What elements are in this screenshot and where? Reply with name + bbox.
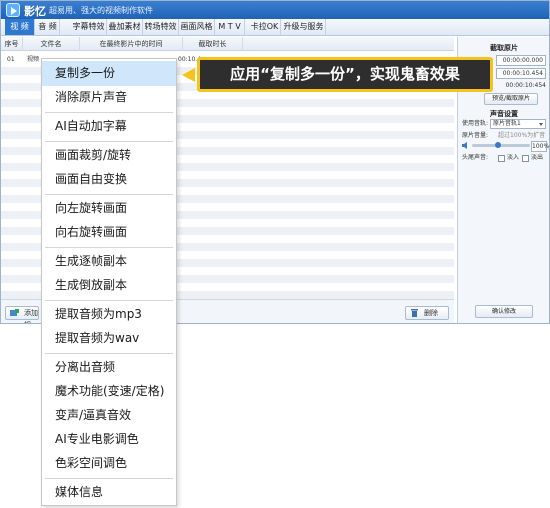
menu-separator [45, 194, 173, 195]
menu-separator [45, 141, 173, 142]
cut-section-title: 截取原片 [490, 44, 518, 52]
context-menu: 复制多一份 消除原片声音 AI自动加字幕 画面裁剪/旋转 画面自由变换 向左旋转… [41, 58, 177, 506]
menu-item-separate-audio[interactable]: 分离出音频 [42, 355, 176, 380]
column-header-index[interactable]: 序号 [1, 37, 23, 51]
callout-arrow [182, 68, 195, 82]
column-header-filename[interactable]: 文件名 [23, 37, 80, 51]
add-video-label: 添加视 [24, 309, 38, 323]
tab-mtv[interactable]: M T V [215, 19, 245, 35]
volume-slider[interactable] [472, 142, 530, 148]
menu-separator [45, 478, 173, 479]
menu-item-ai-subtitles[interactable]: AI自动加字幕 [42, 114, 176, 139]
menu-item-color-space[interactable]: 色彩空间调色 [42, 451, 176, 476]
column-header-duration[interactable]: 截取时长 [183, 37, 243, 51]
audio-track-select[interactable]: 原片音轨1 [490, 119, 546, 129]
tab-audio[interactable]: 音 频 [36, 19, 60, 35]
speaker-icon [462, 142, 467, 149]
table-header: 序号 文件名 在最终影片中的时间 截取时长 [1, 37, 454, 51]
menu-item-rotate-left[interactable]: 向左旋转画面 [42, 196, 176, 221]
tab-overlay-material[interactable]: 叠加素材 [107, 19, 143, 35]
volume-slider-knob[interactable] [495, 142, 501, 148]
end-time-input[interactable]: 00:00:10.454 [496, 68, 546, 79]
add-video-button[interactable]: 添加视 [5, 306, 39, 323]
cut-duration: 00:00:10:454 [505, 82, 546, 89]
menu-item-remove-sound[interactable]: 消除原片声音 [42, 85, 176, 110]
preview-cut-button[interactable]: 预览/截取原片 [484, 93, 538, 105]
main-tab-bar: 视 频 音 频 字幕特效 叠加素材 转场特效 画面风格 M T V 卡拉OK 升… [1, 19, 549, 36]
fade-out-checkbox[interactable] [522, 155, 529, 162]
annotation-callout: 应用“复制多一份”，实现鬼畜效果 [197, 57, 493, 92]
menu-item-rotate-right[interactable]: 向右旋转画面 [42, 220, 176, 245]
fade-in-checkbox[interactable] [498, 155, 505, 162]
menu-separator [45, 353, 173, 354]
tab-subtitle-effects[interactable]: 字幕特效 [71, 19, 107, 35]
tab-picture-style[interactable]: 画面风格 [179, 19, 215, 35]
tab-karaoke[interactable]: 卡拉OK [249, 19, 281, 35]
volume-input[interactable]: 100% [531, 141, 549, 152]
trash-icon [411, 309, 418, 317]
menu-item-frame-copy[interactable]: 生成逐帧副本 [42, 249, 176, 274]
menu-item-crop-rotate[interactable]: 画面裁剪/旋转 [42, 143, 176, 168]
volume-label: 原片音量: [462, 132, 489, 139]
menu-item-reverse-copy[interactable]: 生成倒放副本 [42, 273, 176, 298]
app-slogan: 超易用、强大的视频制作软件 [49, 6, 153, 15]
delete-label: 删除 [424, 309, 438, 317]
add-video-icon [10, 309, 19, 316]
menu-item-extract-mp3[interactable]: 提取音频为mp3 [42, 302, 176, 327]
volume-hint: 超过100%为扩音 [498, 132, 546, 139]
tab-upgrade-service[interactable]: 升级与服务 [282, 19, 326, 35]
menu-item-extract-wav[interactable]: 提取音频为wav [42, 326, 176, 351]
app-logo-icon [6, 3, 20, 17]
start-time-input[interactable]: 00:00:00.000 [496, 55, 546, 66]
tab-transition-effects[interactable]: 转场特效 [143, 19, 179, 35]
menu-separator [45, 300, 173, 301]
menu-separator [45, 112, 173, 113]
delete-button[interactable]: 删除 [405, 306, 449, 320]
confirm-changes-button[interactable]: 确认修改 [475, 305, 533, 318]
menu-item-magic-functions[interactable]: 魔术功能(变速/定格) [42, 379, 176, 404]
track-label: 使用音轨: [462, 120, 489, 127]
row-filename: 视频 [27, 56, 40, 63]
menu-separator [45, 247, 173, 248]
fade-out-label: 淡出 [531, 154, 544, 161]
fade-in-label: 淡入 [507, 154, 520, 161]
menu-item-media-info[interactable]: 媒体信息 [42, 480, 176, 505]
column-header-time[interactable]: 在最终影片中的时间 [80, 37, 183, 51]
title-bar: 影忆 超易用、强大的视频制作软件 [1, 1, 549, 19]
menu-item-voice-change[interactable]: 变声/逼真音效 [42, 403, 176, 428]
menu-item-duplicate[interactable]: 复制多一份 [42, 61, 176, 86]
menu-item-ai-color-grading[interactable]: AI专业电影调色 [42, 427, 176, 452]
callout-text: 应用“复制多一份”，实现鬼畜效果 [230, 65, 460, 83]
sound-section-title: 声音设置 [490, 110, 518, 118]
app-name: 影忆 [24, 5, 46, 18]
menu-item-free-transform[interactable]: 画面自由变换 [42, 167, 176, 192]
tab-video[interactable]: 视 频 [5, 19, 35, 35]
row-index: 01 [7, 56, 15, 63]
fade-label: 头尾声音: [462, 154, 489, 161]
